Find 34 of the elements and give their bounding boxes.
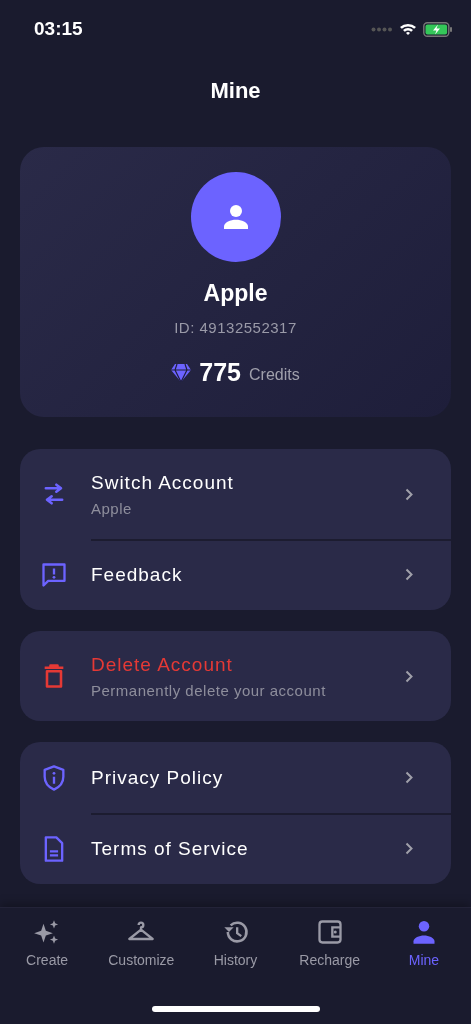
tab[interactable]: Create — [0, 918, 95, 968]
menu-item-title: Privacy Policy — [91, 766, 225, 789]
status-time: 03:15 — [34, 18, 83, 40]
feedback-icon — [40, 560, 68, 589]
chevron-icon — [405, 487, 413, 501]
tab[interactable]: Customize — [94, 918, 189, 968]
signal-icon — [371, 26, 393, 32]
chevron-icon — [405, 842, 413, 855]
diamond-icon — [171, 363, 192, 382]
menu-item[interactable]: Delete Account Permanently delete your account — [20, 631, 451, 721]
credits-value: 775 — [199, 358, 241, 387]
user-name: Apple — [203, 280, 268, 307]
menu-item[interactable]: Privacy Policy — [20, 742, 451, 813]
menu-item[interactable]: Switch Account Apple — [20, 449, 451, 539]
menu-item-title: Terms of Service — [91, 837, 250, 860]
tab[interactable]: History — [188, 918, 283, 968]
user-id: ID: 49132552317 — [174, 319, 297, 336]
chevron-icon — [405, 568, 413, 581]
tab[interactable]: Mine — [376, 918, 471, 968]
menu-item-title: Delete Account — [91, 653, 234, 676]
menu-item-subtitle: Apple — [91, 499, 133, 517]
chevron-icon — [405, 771, 413, 784]
chevron-icon — [405, 669, 413, 683]
menu-item[interactable]: Feedback — [20, 539, 451, 610]
menu-item-title: Switch Account — [91, 471, 235, 494]
tab[interactable]: Recharge — [282, 918, 377, 968]
page-title: Mine — [210, 78, 261, 105]
menu-item-title: Feedback — [91, 563, 184, 586]
menu-item[interactable]: Terms of Service — [20, 813, 451, 884]
wifi-icon — [399, 22, 417, 36]
credits-label: Credits — [249, 365, 300, 384]
battery-icon — [423, 21, 453, 37]
menu-item-subtitle: Permanently delete your account — [91, 681, 327, 699]
wallet-icon — [315, 918, 344, 946]
